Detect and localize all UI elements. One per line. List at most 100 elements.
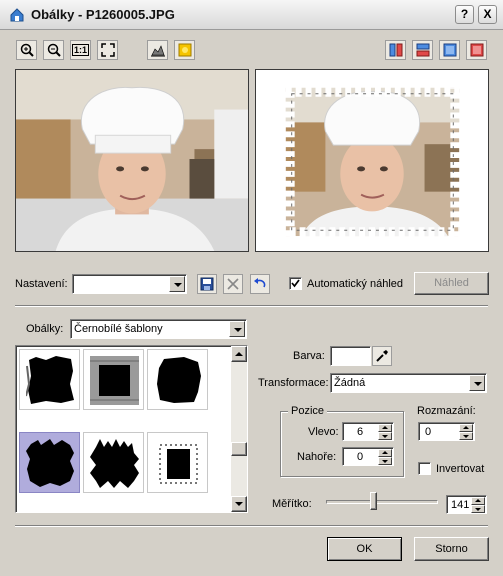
template-thumbnail [159, 444, 198, 484]
gallery-scrollbar[interactable] [231, 346, 247, 512]
transform-dropdown[interactable]: Žádná [330, 373, 487, 393]
zoom-in-icon [20, 43, 34, 57]
original-photo [16, 70, 248, 251]
template-thumbnail [90, 356, 139, 405]
left-input[interactable]: 6 [342, 422, 394, 441]
template-tile-selected[interactable] [19, 432, 80, 493]
top-spinner[interactable] [378, 449, 392, 465]
template-tile[interactable] [19, 349, 80, 410]
eyedropper-icon [376, 350, 388, 362]
spin-up-icon[interactable] [378, 424, 392, 432]
spin-up-icon[interactable] [459, 424, 473, 432]
undo-button[interactable] [250, 274, 270, 294]
preview-button[interactable]: Náhled [414, 272, 489, 295]
position-group-label: Pozice [288, 405, 328, 417]
delete-settings-button[interactable] [223, 274, 243, 294]
top-label: Nahoře: [297, 451, 337, 463]
before-view-icon [443, 43, 456, 57]
checkmark-icon [291, 279, 300, 288]
blur-input[interactable]: 0 [418, 422, 475, 441]
zoom-out-icon [47, 43, 61, 57]
actual-size-button[interactable]: 1:1 [70, 40, 91, 60]
arrow-down-icon [235, 502, 243, 506]
invert-label: Invertovat [436, 463, 485, 475]
view-side-by-side-button[interactable] [385, 40, 406, 60]
blur-spinner[interactable] [459, 424, 473, 440]
blur-value: 0 [425, 426, 432, 438]
settings-dropdown-arrow-icon[interactable] [169, 276, 185, 292]
actual-size-label: 1:1 [71, 44, 89, 56]
position-group [280, 411, 404, 477]
divider [15, 305, 488, 307]
auto-preview-checkbox[interactable] [289, 277, 302, 290]
scale-label: Měřítko: [272, 498, 312, 510]
zoom-out-button[interactable] [43, 40, 64, 60]
result-photo [256, 70, 488, 251]
after-view-icon [470, 43, 483, 57]
scale-slider-track[interactable] [326, 500, 438, 504]
arrow-up-icon [235, 352, 243, 356]
view-before-button[interactable] [439, 40, 460, 60]
scale-spinner[interactable] [471, 497, 485, 513]
result-preview [255, 69, 489, 252]
template-thumbnail [157, 357, 201, 403]
template-gallery[interactable] [15, 345, 248, 513]
scroll-up-button[interactable] [231, 346, 247, 362]
color-label: Barva: [293, 350, 325, 362]
side-by-side-icon [389, 43, 402, 57]
color-swatch[interactable] [330, 346, 371, 366]
spin-down-icon[interactable] [471, 505, 485, 513]
envelopes-label: Obálky: [26, 323, 64, 335]
scroll-thumb[interactable] [231, 442, 247, 456]
save-settings-button[interactable] [197, 274, 217, 294]
cancel-button[interactable]: Storno [414, 537, 489, 561]
transform-label: Transformace: [258, 377, 329, 389]
save-icon [200, 277, 214, 291]
view-after-button[interactable] [466, 40, 487, 60]
template-tile[interactable] [83, 432, 144, 493]
settings-dropdown[interactable] [72, 274, 187, 294]
template-tile[interactable] [147, 349, 208, 410]
fit-window-button[interactable] [97, 40, 118, 60]
spin-down-icon[interactable] [378, 457, 392, 465]
scale-input[interactable]: 141 [446, 495, 487, 514]
delete-icon [227, 278, 239, 290]
scroll-down-button[interactable] [231, 496, 247, 512]
window-title: Obálky - P1260005.JPG [31, 7, 175, 22]
stacked-icon [416, 43, 429, 57]
undo-icon [254, 278, 266, 288]
transform-value: Žádná [334, 377, 366, 389]
sun-icon [178, 43, 191, 57]
scale-value: 141 [451, 499, 470, 511]
histogram-button[interactable] [147, 40, 168, 60]
title-bar: Obálky - P1260005.JPG ? X [0, 0, 503, 30]
light-button[interactable] [174, 40, 195, 60]
template-tile[interactable] [83, 349, 144, 410]
ok-button[interactable]: OK [327, 537, 402, 561]
template-thumbnail [90, 439, 139, 488]
spin-down-icon[interactable] [378, 432, 392, 440]
left-value: 6 [357, 426, 364, 438]
top-value: 0 [357, 451, 364, 463]
spin-down-icon[interactable] [459, 432, 473, 440]
view-stacked-button[interactable] [412, 40, 433, 60]
left-label: Vlevo: [308, 426, 339, 438]
scale-slider-thumb[interactable] [370, 492, 377, 510]
app-icon [10, 8, 24, 22]
envelopes-dropdown[interactable]: Černobílé šablony [70, 319, 247, 339]
invert-checkbox[interactable] [418, 462, 431, 475]
top-input[interactable]: 0 [342, 447, 394, 466]
close-button[interactable]: X [478, 5, 497, 24]
template-tile[interactable] [147, 432, 208, 493]
left-spinner[interactable] [378, 424, 392, 440]
blur-label: Rozmazání: [417, 405, 476, 417]
zoom-in-button[interactable] [16, 40, 37, 60]
help-button[interactable]: ? [455, 5, 474, 24]
spin-up-icon[interactable] [378, 449, 392, 457]
eyedropper-button[interactable] [372, 346, 392, 366]
transform-dropdown-arrow-icon[interactable] [469, 375, 485, 391]
original-preview [15, 69, 249, 252]
divider [15, 525, 488, 527]
envelopes-dropdown-arrow-icon[interactable] [229, 321, 245, 337]
spin-up-icon[interactable] [471, 497, 485, 505]
